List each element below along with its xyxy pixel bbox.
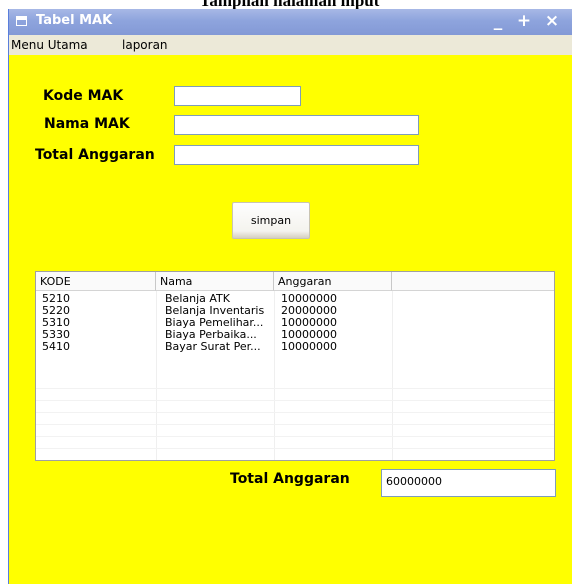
column-header-anggaran[interactable]: Anggaran [274,272,392,291]
mak-data-grid[interactable]: KODE Nama Anggaran 5210 Belanja ATK 1000… [35,271,555,461]
menu-bar: Menu Utama laporan [9,35,572,55]
cell-kode: 5330 [42,329,70,340]
row-divider [36,388,554,389]
nama-mak-input[interactable] [174,115,419,135]
cell-nama: Belanja Inventaris [165,305,265,316]
table-row[interactable]: 5330 Biaya Perbaika... 10000000 [36,329,554,340]
column-header-kode[interactable]: KODE [36,272,156,291]
row-divider [36,448,554,449]
tabel-mak-window: Tabel MAK _ + × Menu Utama laporan Kode … [8,9,572,584]
cell-kode: 5310 [42,317,70,328]
minimize-button[interactable]: _ [488,11,508,31]
total-anggaran-label: Total Anggaran [35,147,155,163]
cell-anggaran: 10000000 [281,317,337,328]
cell-kode: 5220 [42,305,70,316]
simpan-button[interactable]: simpan [232,202,310,239]
kode-mak-input[interactable] [174,86,301,106]
maximize-button[interactable]: + [514,11,534,31]
table-row[interactable]: 5220 Belanja Inventaris 20000000 [36,305,554,316]
window-icon[interactable] [16,16,27,26]
menu-item-menu-utama[interactable]: Menu Utama [11,38,88,52]
window-title: Tabel MAK [36,13,113,28]
cell-nama: Bayar Surat Per... [165,341,261,352]
footer-total-anggaran-value[interactable]: 60000000 [381,469,556,497]
nama-mak-label: Nama MAK [44,116,130,132]
title-bar[interactable]: Tabel MAK _ + × [9,9,572,35]
cell-anggaran: 10000000 [281,341,337,352]
row-divider [36,400,554,401]
cell-anggaran: 10000000 [281,329,337,340]
cell-kode: 5410 [42,341,70,352]
close-button[interactable]: × [542,11,562,31]
table-row[interactable]: 5310 Biaya Pemelihar... 10000000 [36,317,554,328]
cell-nama: Belanja ATK [165,293,230,304]
cell-nama: Biaya Pemelihar... [165,317,264,328]
row-divider [36,412,554,413]
cell-anggaran: 10000000 [281,293,337,304]
cell-anggaran: 20000000 [281,305,337,316]
kode-mak-label: Kode MAK [43,88,124,104]
cell-kode: 5210 [42,293,70,304]
footer-total-anggaran-label: Total Anggaran [230,471,350,487]
total-anggaran-input[interactable] [174,145,419,165]
table-row[interactable]: 5410 Bayar Surat Per... 10000000 [36,341,554,352]
document-caption: Tampilan halaman input [199,0,380,10]
row-divider [36,424,554,425]
column-header-nama[interactable]: Nama [156,272,274,291]
row-divider [36,436,554,437]
table-row[interactable]: 5210 Belanja ATK 10000000 [36,293,554,304]
menu-item-laporan[interactable]: laporan [122,38,168,52]
cell-nama: Biaya Perbaika... [165,329,257,340]
column-header-empty[interactable] [392,272,554,291]
